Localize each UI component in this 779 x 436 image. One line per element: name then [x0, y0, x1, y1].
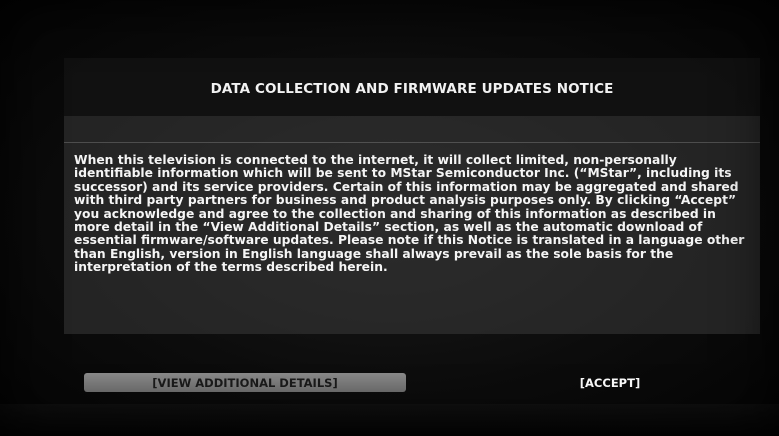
accept-button[interactable]: [ACCEPT] [520, 373, 700, 392]
view-additional-details-button[interactable]: [VIEW ADDITIONAL DETAILS] [84, 373, 406, 392]
notice-dialog: DATA COLLECTION AND FIRMWARE UPDATES NOT… [64, 58, 760, 334]
tv-screen: DATA COLLECTION AND FIRMWARE UPDATES NOT… [0, 0, 779, 436]
dialog-divider [64, 142, 760, 143]
notice-line: essential firmware/software updates. Ple… [74, 233, 745, 248]
notice-line: successor) and its service providers. Ce… [74, 179, 739, 194]
screen-bottom-edge [0, 404, 779, 436]
dialog-title: DATA COLLECTION AND FIRMWARE UPDATES NOT… [210, 80, 614, 97]
notice-line: with third party partners for business a… [74, 193, 737, 208]
notice-line: more detail in the “View Additional Deta… [74, 220, 703, 235]
notice-line: than English, version in English languag… [74, 246, 674, 261]
notice-line: you acknowledge and agree to the collect… [74, 206, 716, 221]
notice-line: interpretation of the terms described he… [74, 260, 388, 275]
accept-label: [ACCEPT] [579, 375, 641, 390]
notice-line: identifiable information which will be s… [74, 166, 732, 181]
notice-line: When this television is connected to the… [74, 153, 677, 167]
view-additional-details-label: [VIEW ADDITIONAL DETAILS] [152, 375, 338, 390]
notice-body: When this television is connected to the… [74, 153, 754, 275]
dialog-title-bar: DATA COLLECTION AND FIRMWARE UPDATES NOT… [64, 58, 760, 116]
